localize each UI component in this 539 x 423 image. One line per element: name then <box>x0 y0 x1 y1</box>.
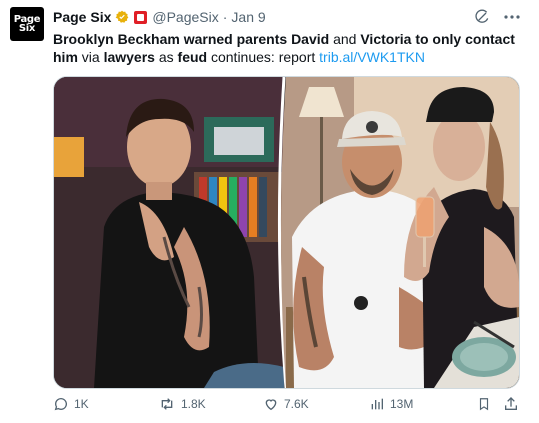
repost-icon <box>161 398 173 410</box>
share-icon <box>505 397 517 410</box>
like-button[interactable]: 7.6K <box>263 396 309 412</box>
post-date[interactable]: Jan 9 <box>231 9 265 25</box>
views-icon <box>371 398 383 410</box>
views-button[interactable]: 13M <box>369 396 413 412</box>
verified-badge-icon <box>116 10 129 23</box>
more-options-icon[interactable] <box>503 8 521 26</box>
action-bar: 1K 1.8K 7.6K 13M <box>53 396 519 416</box>
reply-icon <box>54 398 67 411</box>
avatar[interactable]: Page Six <box>10 7 44 41</box>
text-segment: as <box>154 49 178 65</box>
display-name[interactable]: Page Six <box>53 9 111 25</box>
heart-icon <box>265 399 277 411</box>
text-segment: feud <box>177 49 208 65</box>
text-segment: continues: report <box>207 49 320 65</box>
share-button[interactable] <box>503 396 519 412</box>
like-count: 7.6K <box>284 397 309 411</box>
repost-button[interactable]: 1.8K <box>158 396 206 412</box>
affiliate-badge-icon <box>134 10 148 24</box>
tweet-photo[interactable] <box>53 76 520 389</box>
photo-collage <box>54 77 519 388</box>
text-segment: via <box>77 49 104 65</box>
tweet-text: Brooklyn Beckham warned parents David an… <box>53 30 523 66</box>
tweet-link[interactable]: trib.al/VWK1TKN <box>319 49 425 65</box>
grok-icon[interactable] <box>473 8 491 26</box>
text-segment: lawyers <box>103 49 155 65</box>
bookmark-button[interactable] <box>477 396 491 412</box>
tweet-header: Page Six @PageSix · Jan 9 <box>53 8 266 26</box>
reply-button[interactable]: 1K <box>53 396 89 412</box>
reply-count: 1K <box>74 397 89 411</box>
text-segment: Brooklyn Beckham warned parents David <box>53 31 330 47</box>
bookmark-icon <box>479 398 489 411</box>
views-count: 13M <box>390 397 414 411</box>
text-segment: and <box>329 31 361 47</box>
user-handle[interactable]: @PageSix <box>152 9 218 25</box>
separator-dot: · <box>222 9 228 25</box>
avatar-text-line2: Six <box>18 23 36 34</box>
top-actions <box>473 8 521 26</box>
repost-count: 1.8K <box>181 397 206 411</box>
